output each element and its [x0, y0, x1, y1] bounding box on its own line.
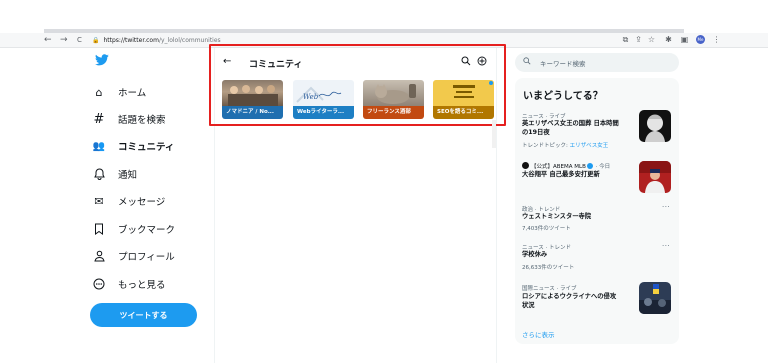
- trend-image: [639, 110, 671, 142]
- home-icon: ⌂: [95, 85, 103, 99]
- nav-home[interactable]: ⌂ ホーム: [92, 84, 147, 100]
- nav-messages-label: メッセージ: [118, 197, 166, 208]
- url-path: /y_lolol/communities: [158, 37, 221, 44]
- browser-menu-icon[interactable]: ⋮: [712, 35, 721, 44]
- search-box[interactable]: キーワード検索: [515, 53, 679, 72]
- nav-notifications-label: 通知: [118, 170, 138, 181]
- trend-title-line2[interactable]: の19日夜: [522, 128, 550, 137]
- trend-topic-link[interactable]: エリザベス女王: [570, 143, 609, 149]
- more-circle-icon: [92, 277, 106, 291]
- nav-messages[interactable]: ✉ メッセージ: [92, 193, 165, 209]
- trend-topic: トレンドトピック: エリザベス女王: [522, 141, 608, 149]
- nav-home-label: ホーム: [118, 88, 147, 99]
- nav-explore[interactable]: # 話題を検索: [92, 111, 166, 127]
- lock-icon: 🔒: [92, 37, 100, 44]
- trend-more-icon[interactable]: ···: [662, 242, 670, 250]
- tweet-button[interactable]: ツイートする: [90, 303, 197, 327]
- trend-tweet-count: 7,403件のツイート: [522, 226, 571, 232]
- nav-communities-label: コミュニティ: [118, 142, 175, 153]
- trend-tweet-count: 26,633件のツイート: [522, 265, 575, 271]
- trend-title[interactable]: ロシアによるウクライナへの侵攻: [522, 292, 616, 301]
- nav-more[interactable]: もっと見る: [92, 276, 166, 292]
- url-host: https://twitter.com: [103, 37, 159, 44]
- trend-image: [639, 161, 671, 193]
- nav-more-label: もっと見る: [118, 280, 166, 291]
- browser-reload-button[interactable]: C: [77, 35, 82, 46]
- trend-title[interactable]: ウェストミンスター寺院: [522, 212, 591, 221]
- nav-notifications[interactable]: 通知: [92, 166, 137, 182]
- communities-icon: 👥: [92, 140, 106, 152]
- trend-title[interactable]: 学校休み: [522, 250, 547, 259]
- verified-badge-icon: [586, 163, 593, 169]
- nav-explore-label: 話題を検索: [118, 115, 166, 126]
- sidepanel-icon[interactable]: ▣: [680, 35, 689, 44]
- trend-title[interactable]: 英エリザベス女王の国葬 日本時間: [522, 119, 619, 128]
- trend-topic-prefix: トレンドトピック:: [522, 143, 570, 149]
- profile-icon: [92, 249, 106, 263]
- envelope-icon: ✉: [94, 194, 104, 208]
- browser-back-button[interactable]: ←: [44, 35, 52, 46]
- bell-icon: [92, 167, 106, 181]
- browser-forward-button[interactable]: →: [60, 35, 68, 46]
- search-placeholder: キーワード検索: [540, 60, 586, 68]
- abema-logo-icon: [522, 162, 529, 169]
- show-more-link[interactable]: さらに表示: [522, 329, 555, 339]
- extensions-icon[interactable]: ✱: [664, 35, 673, 44]
- trend-meta: 国際ニュース · ライブ: [522, 286, 577, 292]
- nav-bookmarks[interactable]: ブックマーク: [92, 221, 175, 237]
- hashtag-icon: #: [93, 111, 105, 127]
- twitter-communities-page: ← → C 🔒 https://twitter.com/y_lolol/commu…: [0, 0, 768, 363]
- trend-account: 【公式】ABEMA MLB · 今日: [522, 162, 610, 170]
- nav-profile-label: プロフィール: [118, 252, 175, 263]
- trend-image: [639, 282, 671, 314]
- install-app-icon[interactable]: ⧉: [621, 35, 630, 44]
- scrollbar-thumb[interactable]: [492, 120, 496, 148]
- nav-profile[interactable]: プロフィール: [92, 248, 175, 264]
- nav-communities[interactable]: 👥 コミュニティ: [92, 138, 175, 154]
- search-field-icon: [523, 57, 531, 67]
- share-icon[interactable]: ⇪: [634, 35, 643, 44]
- nav-bookmarks-label: ブックマーク: [118, 225, 176, 236]
- trend-title[interactable]: 大谷翔平 自己最多安打更新: [522, 170, 600, 179]
- trend-title-line2[interactable]: 状況: [522, 301, 535, 310]
- bookmark-star-icon[interactable]: ☆: [647, 35, 656, 44]
- twitter-bird-icon[interactable]: [95, 54, 109, 66]
- trend-more-icon[interactable]: ···: [662, 203, 670, 211]
- profile-avatar-icon[interactable]: Me: [696, 35, 705, 44]
- highlight-box: [209, 44, 506, 126]
- trends-title: いまどうしてる？: [523, 91, 603, 102]
- bookmark-icon: [92, 222, 106, 236]
